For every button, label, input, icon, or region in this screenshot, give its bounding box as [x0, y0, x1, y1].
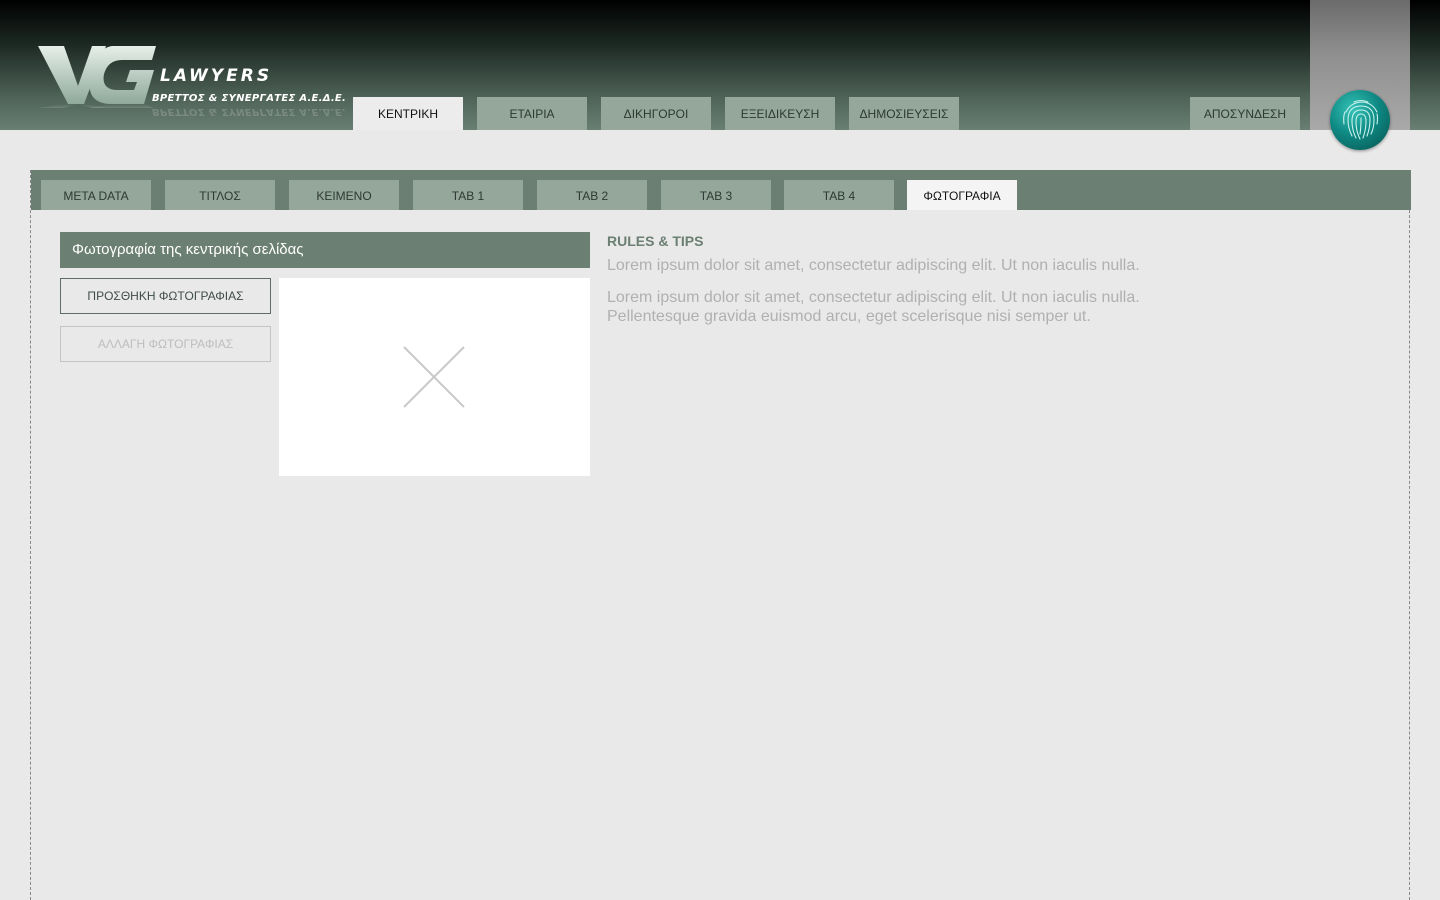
header-bar: LAWYERS ΒΡΕΤΤΟΣ & ΣΥΝΕΡΓΑΤΕΣ Α.Ε.Δ.Ε. ΒΡ… [0, 0, 1440, 130]
add-photo-button[interactable]: ΠΡΟΣΘΗΚΗ ΦΩΤΟΓΡΑΦΙΑΣ [60, 278, 271, 314]
subtab-title[interactable]: ΤΙΤΛΟΣ [165, 180, 275, 210]
content-panel: META DATA ΤΙΤΛΟΣ ΚΕΙΜΕΝΟ TAB 1 TAB 2 TAB… [30, 170, 1411, 900]
fingerprint-icon[interactable] [1330, 90, 1390, 150]
nav-tab-publications[interactable]: ΔΗΜΟΣΙΕΥΣΕΙΣ [849, 97, 959, 130]
logout-button[interactable]: ΑΠΟΣΥΝΔΕΣΗ [1190, 97, 1300, 130]
photo-section-title: Φωτογραφία της κεντρικής σελίδας [60, 232, 590, 268]
nav-tab-specialization[interactable]: ΕΞΕΙΔΙΚΕΥΣΗ [725, 97, 835, 130]
nav-tab-home[interactable]: ΚΕΝΤΡΙΚΗ [353, 97, 463, 130]
brand-subtitle: ΒΡΕΤΤΟΣ & ΣΥΝΕΡΓΑΤΕΣ Α.Ε.Δ.Ε. [152, 93, 347, 104]
brand-title: LAWYERS [160, 66, 273, 86]
nav-tab-lawyers[interactable]: ΔΙΚΗΓΟΡΟΙ [601, 97, 711, 130]
subtab-tab4[interactable]: TAB 4 [784, 180, 894, 210]
rules-paragraph-2-line-2: Pellentesque gravida euismod arcu, eget … [607, 308, 1091, 325]
photo-preview [279, 278, 590, 476]
image-placeholder-icon [403, 346, 465, 408]
rules-title: RULES & TIPS [607, 233, 704, 249]
change-photo-button[interactable]: ΑΛΛΑΓΗ ΦΩΤΟΓΡΑΦΙΑΣ [60, 326, 271, 362]
nav-tab-company[interactable]: ΕΤΑΙΡΙΑ [477, 97, 587, 130]
subtab-tab2[interactable]: TAB 2 [537, 180, 647, 210]
subtab-text[interactable]: ΚΕΙΜΕΝΟ [289, 180, 399, 210]
vg-monogram-icon [38, 46, 156, 108]
subtab-tab1[interactable]: TAB 1 [413, 180, 523, 210]
subtab-meta-data[interactable]: META DATA [41, 180, 151, 210]
subtab-bar: META DATA ΤΙΤΛΟΣ ΚΕΙΜΕΝΟ TAB 1 TAB 2 TAB… [31, 170, 1411, 210]
subtab-tab3[interactable]: TAB 3 [661, 180, 771, 210]
rules-paragraph-2-line-1: Lorem ipsum dolor sit amet, consectetur … [607, 289, 1140, 306]
brand-subtitle-reflection: ΒΡΕΤΤΟΣ & ΣΥΝΕΡΓΑΤΕΣ Α.Ε.Δ.Ε. [152, 106, 347, 117]
subtab-photo[interactable]: ΦΩΤΟΓΡΑΦΙΑ [907, 180, 1017, 210]
company-logo[interactable]: LAWYERS ΒΡΕΤΤΟΣ & ΣΥΝΕΡΓΑΤΕΣ Α.Ε.Δ.Ε. ΒΡ… [34, 40, 346, 130]
rules-paragraph-1: Lorem ipsum dolor sit amet, consectetur … [607, 257, 1140, 274]
